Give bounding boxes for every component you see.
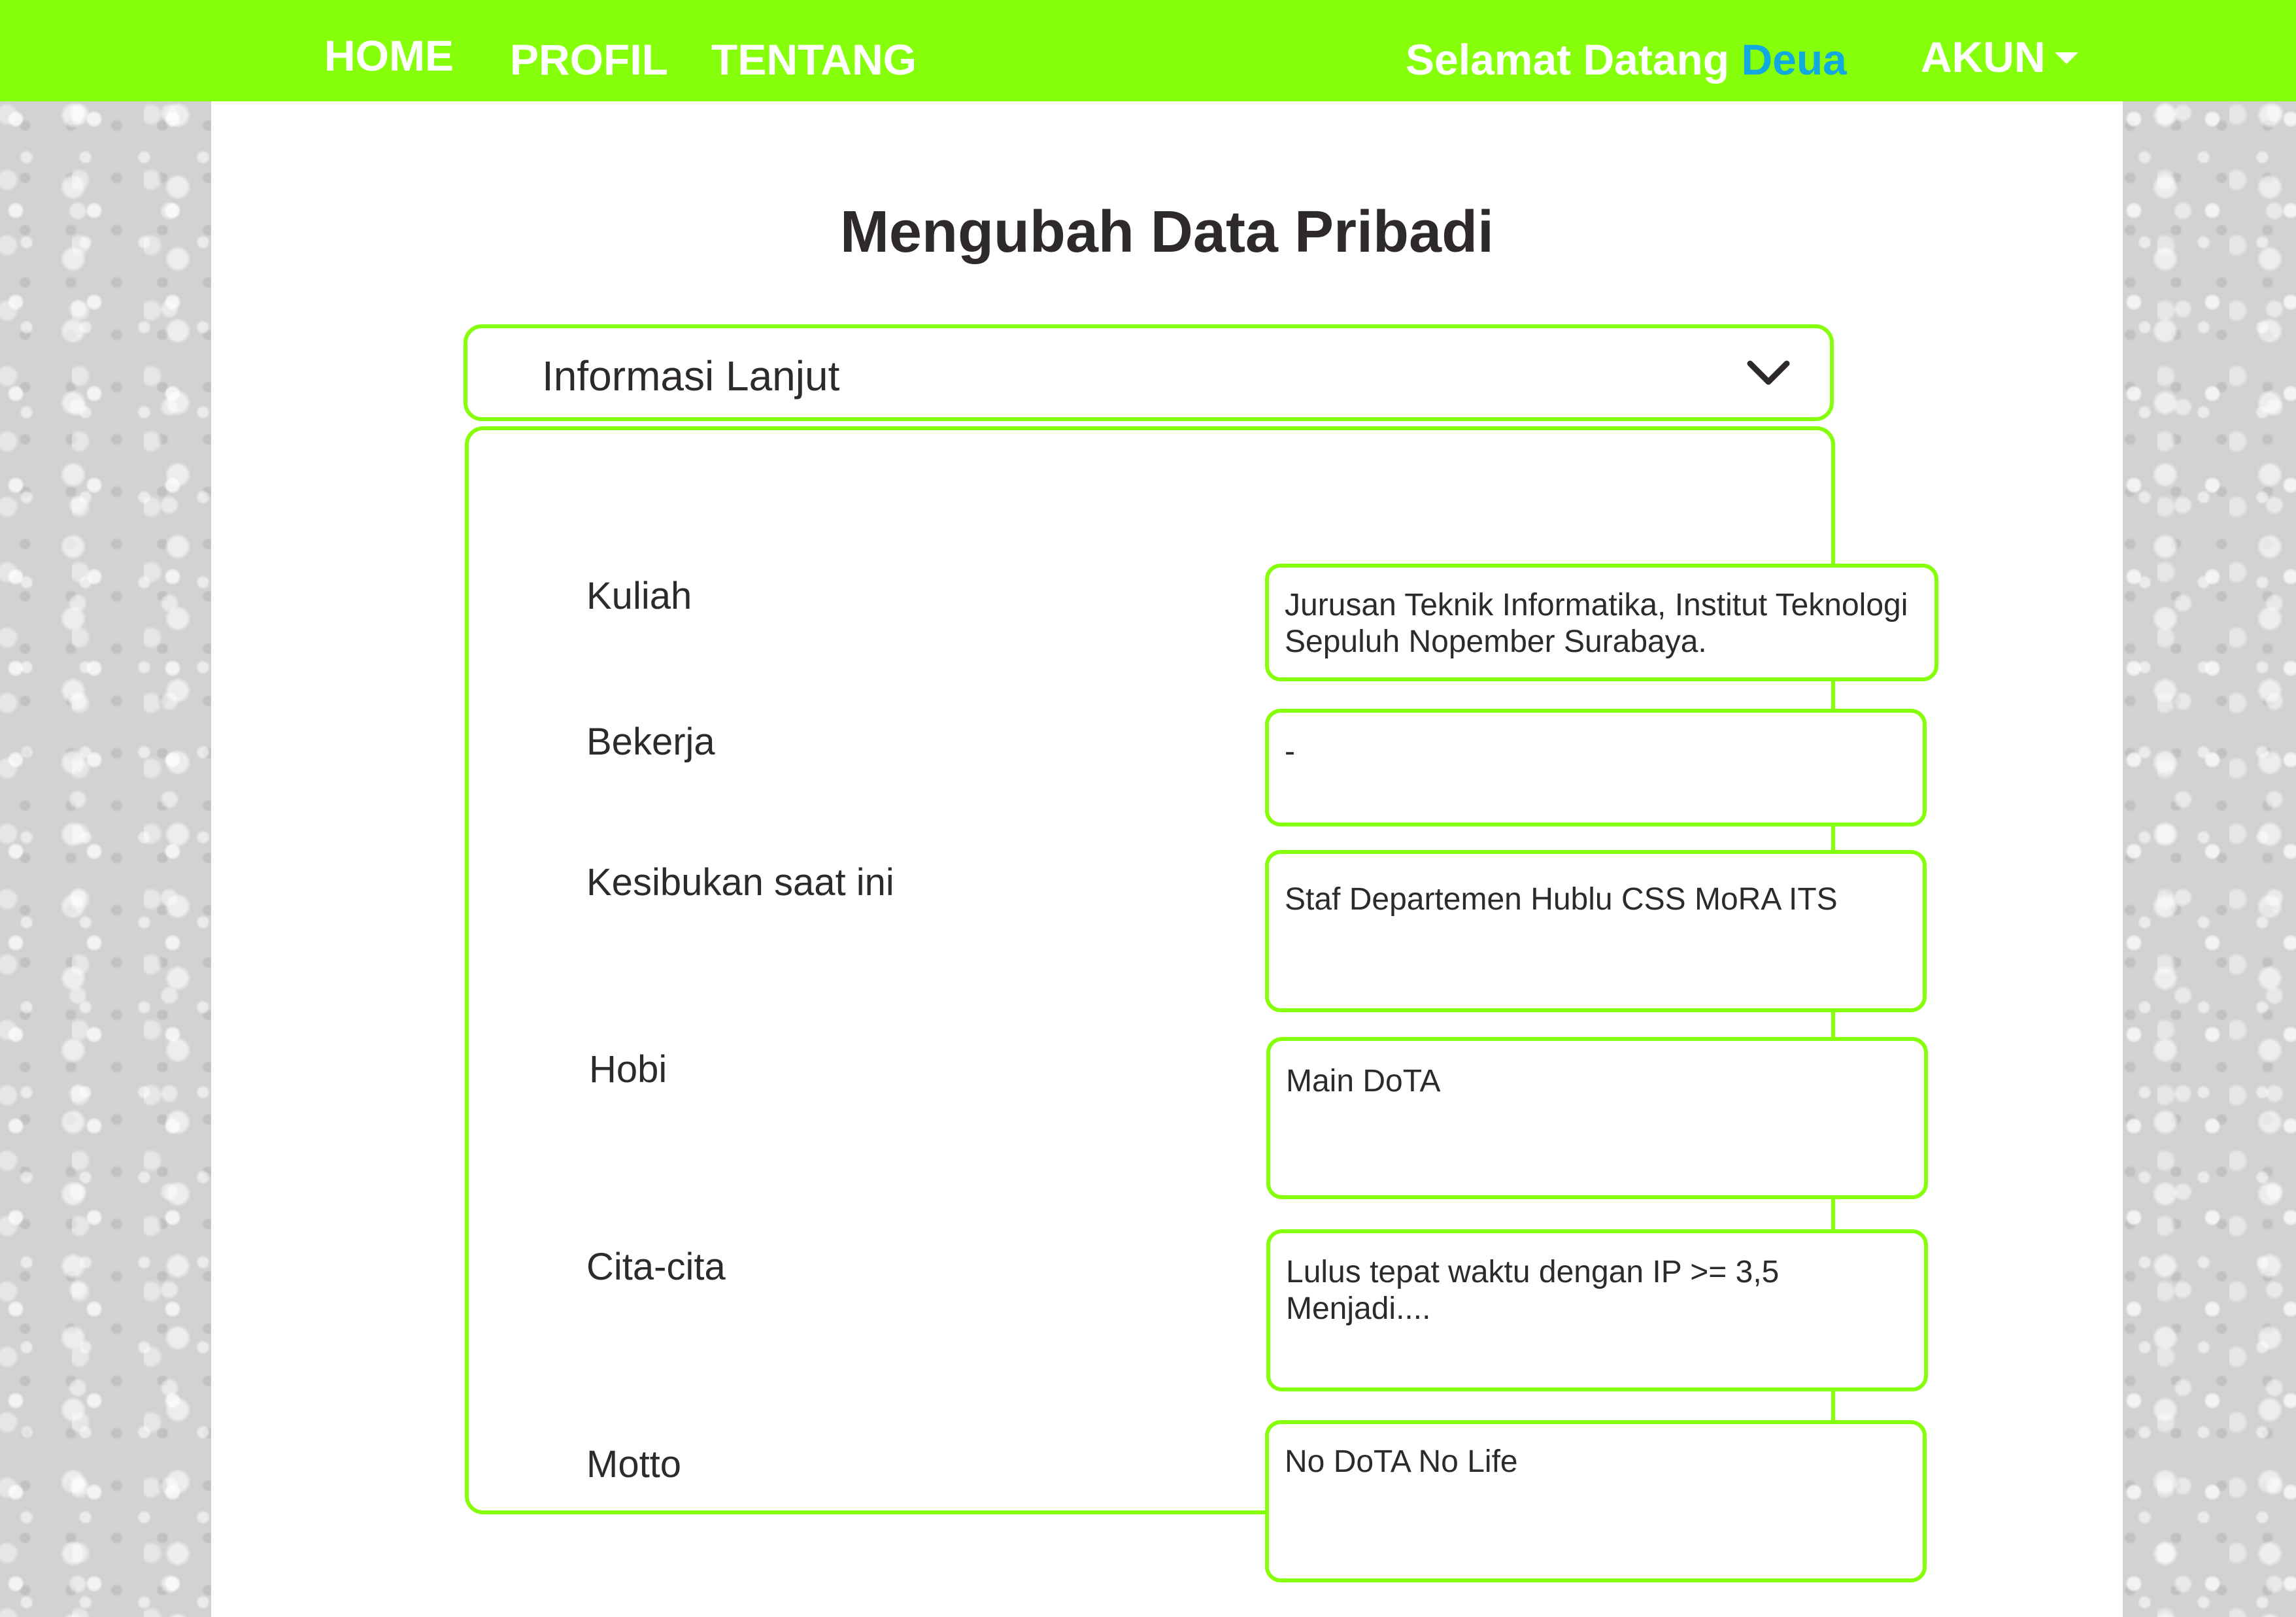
greeting-text: Selamat Datang [1406, 35, 1742, 84]
bekerja-label: Bekerja [586, 721, 715, 763]
kesibukan-field[interactable]: Staf Departemen Hublu CSS MoRA ITS [1265, 850, 1927, 1012]
kuliah-field[interactable]: Jurusan Teknik Informatika, Institut Tek… [1265, 564, 1938, 681]
top-navigation-bar: HOME PROFIL TENTANG Selamat Datang Deua … [0, 0, 2296, 101]
account-menu-button[interactable]: AKUN [1921, 35, 2078, 78]
nav-home-link[interactable]: HOME [324, 34, 454, 77]
username: Deua [1741, 35, 1847, 84]
cita-cita-field[interactable]: Lulus tepat waktu dengan IP >= 3,5 Menja… [1266, 1229, 1928, 1391]
section-title: Informasi Lanjut [542, 352, 840, 400]
kuliah-label: Kuliah [586, 575, 692, 617]
bekerja-field[interactable]: - [1265, 709, 1927, 826]
page-title: Mengubah Data Pribadi [839, 199, 1494, 265]
section-accordion-body: Kuliah Jurusan Teknik Informatika, Insti… [465, 426, 1938, 1582]
cita-cita-label: Cita-cita [586, 1246, 726, 1288]
hobi-label: Hobi [589, 1048, 667, 1091]
motto-field[interactable]: No DoTA No Life [1265, 1420, 1927, 1582]
welcome-greeting: Selamat Datang Deua [1406, 38, 1847, 81]
caret-down-icon [2054, 52, 2078, 64]
nav-profil-link[interactable]: PROFIL [510, 38, 668, 81]
chevron-down-icon[interactable] [1745, 354, 1792, 394]
main-content-panel: Mengubah Data Pribadi Informasi Lanjut K… [211, 101, 2123, 1617]
account-menu-label: AKUN [1921, 33, 2046, 81]
kesibukan-label: Kesibukan saat ini [586, 861, 894, 904]
section-accordion-header[interactable]: Informasi Lanjut [464, 324, 1834, 421]
nav-tentang-link[interactable]: TENTANG [711, 38, 917, 81]
motto-label: Motto [586, 1443, 682, 1486]
hobi-field[interactable]: Main DoTA [1266, 1037, 1928, 1199]
